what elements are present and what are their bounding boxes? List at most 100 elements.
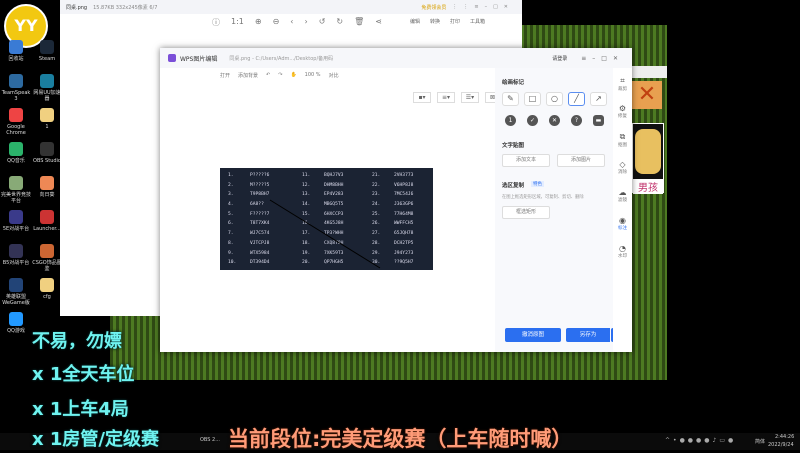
- side-tool-6[interactable]: ◔ 水印: [613, 244, 632, 259]
- drawn-line: [269, 199, 381, 269]
- desktop-icon[interactable]: QQ游戏: [1, 312, 31, 334]
- edit-button[interactable]: 编辑: [410, 18, 420, 25]
- toolbox-button[interactable]: 工具箱: [470, 18, 485, 25]
- clock-time[interactable]: 2:44:26: [775, 434, 794, 440]
- desktop-icon[interactable]: CSGO饰品图鉴: [32, 244, 62, 272]
- side-tool-5[interactable]: ◉ 标注: [613, 216, 632, 231]
- pen-tool-icon[interactable]: ✎: [502, 92, 519, 106]
- desktop-icon-label: QQ游戏: [7, 328, 25, 334]
- tool-sidebar: ⌗ 裁剪 ⚙ 修复 ⧉ 抠图 ◇ 消除 ☁ 滤镜 ◉ 标注 ◔ 水印: [613, 68, 632, 352]
- cross-stamp-icon[interactable]: ✕: [549, 115, 560, 126]
- overlay-line-3: x 1上车4局: [32, 399, 129, 420]
- check-stamp-icon[interactable]: ✓: [527, 115, 538, 126]
- overlay-line-2: x 1全天车位: [32, 364, 135, 385]
- game-close-icon[interactable]: ✕: [632, 81, 662, 109]
- add-image-button[interactable]: 添加图片: [557, 154, 605, 167]
- prev-icon[interactable]: ‹: [290, 17, 293, 28]
- side-tool-0[interactable]: ⌗ 裁剪: [613, 76, 632, 92]
- edited-image[interactable]: 1. P?????6 2. M?????5 3. T9P8BH7 4. 6A8?? 5. F???…: [220, 168, 433, 270]
- desktop-icon[interactable]: B5对战平台: [1, 244, 31, 266]
- side-tool-icon: ◔: [619, 244, 626, 253]
- open-button[interactable]: 打开: [220, 72, 230, 79]
- desktop-icon[interactable]: Steam: [32, 40, 62, 62]
- next-icon[interactable]: ›: [304, 17, 307, 28]
- vip-link[interactable]: 免费领会员: [421, 4, 446, 11]
- print-button[interactable]: 打印: [450, 18, 460, 25]
- clock-date[interactable]: 2022/9/24: [768, 442, 794, 448]
- game-titlebar: [632, 66, 667, 78]
- desktop-icon-label: OBS Studio: [33, 158, 61, 164]
- desktop-icon[interactable]: 回收站: [1, 40, 31, 62]
- select-rect-button[interactable]: 框选矩形: [502, 206, 550, 219]
- desktop-icon-label: QQ音乐: [7, 158, 25, 164]
- compare-button[interactable]: 对比: [329, 72, 339, 79]
- app-icon: [40, 210, 54, 224]
- info-icon[interactable]: ⓘ: [212, 17, 220, 28]
- rectangle-tool-icon[interactable]: □: [524, 92, 541, 106]
- overlay-line-1: 不易，勿嫖: [32, 331, 122, 352]
- app-icon: [9, 312, 23, 326]
- rotate-left-icon[interactable]: ↺: [319, 17, 326, 28]
- side-tool-icon: ⌗: [620, 76, 625, 85]
- app-icon: [9, 40, 23, 54]
- desktop-icon[interactable]: 英雄联盟WeGame版: [1, 278, 31, 306]
- side-tool-1[interactable]: ⚙ 修复: [613, 104, 632, 119]
- side-tool-label: 裁剪: [618, 87, 627, 92]
- tray-icons[interactable]: ^•●●●●♪▭●: [665, 437, 736, 444]
- window-controls[interactable]: ≡–□✕: [581, 55, 624, 62]
- arrow-tool-icon[interactable]: ↗: [590, 92, 607, 106]
- desktop-icon-label: Steam: [38, 56, 56, 62]
- reset-button[interactable]: 撤消原图: [505, 328, 561, 342]
- hand-icon[interactable]: ✋: [290, 72, 296, 79]
- add-text-button[interactable]: 添加文本: [502, 154, 550, 167]
- app-icon: [40, 142, 54, 156]
- taskbar-obs[interactable]: OBS 2...: [200, 437, 220, 443]
- comment-stamp-icon[interactable]: ▬: [593, 115, 604, 126]
- ime-indicator[interactable]: 简体: [755, 438, 765, 445]
- side-tool-icon: ⚙: [618, 104, 627, 113]
- redo-icon[interactable]: ↷: [278, 72, 282, 79]
- zoom-in-icon[interactable]: ⊕: [255, 17, 262, 28]
- desktop-icon[interactable]: 完美世界竞技平台: [1, 176, 31, 204]
- login-button[interactable]: 请登录: [552, 55, 567, 62]
- save-as-button[interactable]: 另存为: [566, 328, 610, 342]
- desktop-icon[interactable]: 网易UU加速器: [32, 74, 62, 102]
- desktop-icon[interactable]: OBS Studio: [32, 142, 62, 164]
- zoom-out-icon[interactable]: ⊖: [273, 17, 280, 28]
- share-icon[interactable]: ⋖: [375, 17, 382, 28]
- desktop-icon-label: B5对战平台: [2, 260, 30, 266]
- desktop-icon[interactable]: Launcher...: [32, 210, 62, 232]
- side-tool-2[interactable]: ⧉ 抠图: [613, 132, 632, 148]
- desktop-icon[interactable]: QQ音乐: [1, 142, 31, 164]
- delete-icon[interactable]: 🗑: [354, 17, 364, 28]
- color-select[interactable]: ▪▾: [413, 92, 431, 103]
- desktop-icon[interactable]: cfg: [32, 278, 62, 300]
- side-tool-3[interactable]: ◇ 消除: [613, 160, 632, 175]
- desktop-icon[interactable]: 向日葵: [32, 176, 62, 198]
- add-background-button[interactable]: 添加背景: [238, 72, 258, 79]
- app-icon: [9, 278, 23, 292]
- desktop-icon[interactable]: 5E对战平台: [1, 210, 31, 232]
- zoom-select[interactable]: 100 %: [305, 72, 321, 79]
- circle-tool-icon[interactable]: ○: [546, 92, 563, 106]
- convert-button[interactable]: 转换: [430, 18, 440, 25]
- desktop-icon-label: CSGO饰品图鉴: [32, 260, 62, 272]
- app-icon: [40, 108, 54, 122]
- side-tool-icon: ◇: [619, 160, 626, 169]
- line-tool-icon[interactable]: ╱: [568, 92, 585, 106]
- side-tool-4[interactable]: ☁ 滤镜: [613, 188, 632, 203]
- question-stamp-icon[interactable]: ?: [571, 115, 582, 126]
- desktop-icon-label: 向日葵: [39, 192, 55, 198]
- line-width-select[interactable]: ☰▾: [461, 92, 479, 103]
- actual-size-icon[interactable]: 1:1: [231, 17, 244, 28]
- side-tool-icon: ☁: [618, 188, 627, 197]
- rotate-right-icon[interactable]: ↻: [336, 17, 343, 28]
- desktop-icon-label: 完美世界竞技平台: [1, 192, 32, 204]
- desktop-icon[interactable]: TeamSpeak 3: [1, 74, 31, 102]
- number-stamp-icon[interactable]: 1: [505, 115, 516, 126]
- line-style-select[interactable]: ≡▾: [437, 92, 455, 103]
- app-icon: [9, 74, 23, 88]
- desktop-icon[interactable]: Google Chrome: [1, 108, 31, 136]
- undo-icon[interactable]: ↶: [266, 72, 270, 79]
- desktop-icon[interactable]: 1: [32, 108, 62, 130]
